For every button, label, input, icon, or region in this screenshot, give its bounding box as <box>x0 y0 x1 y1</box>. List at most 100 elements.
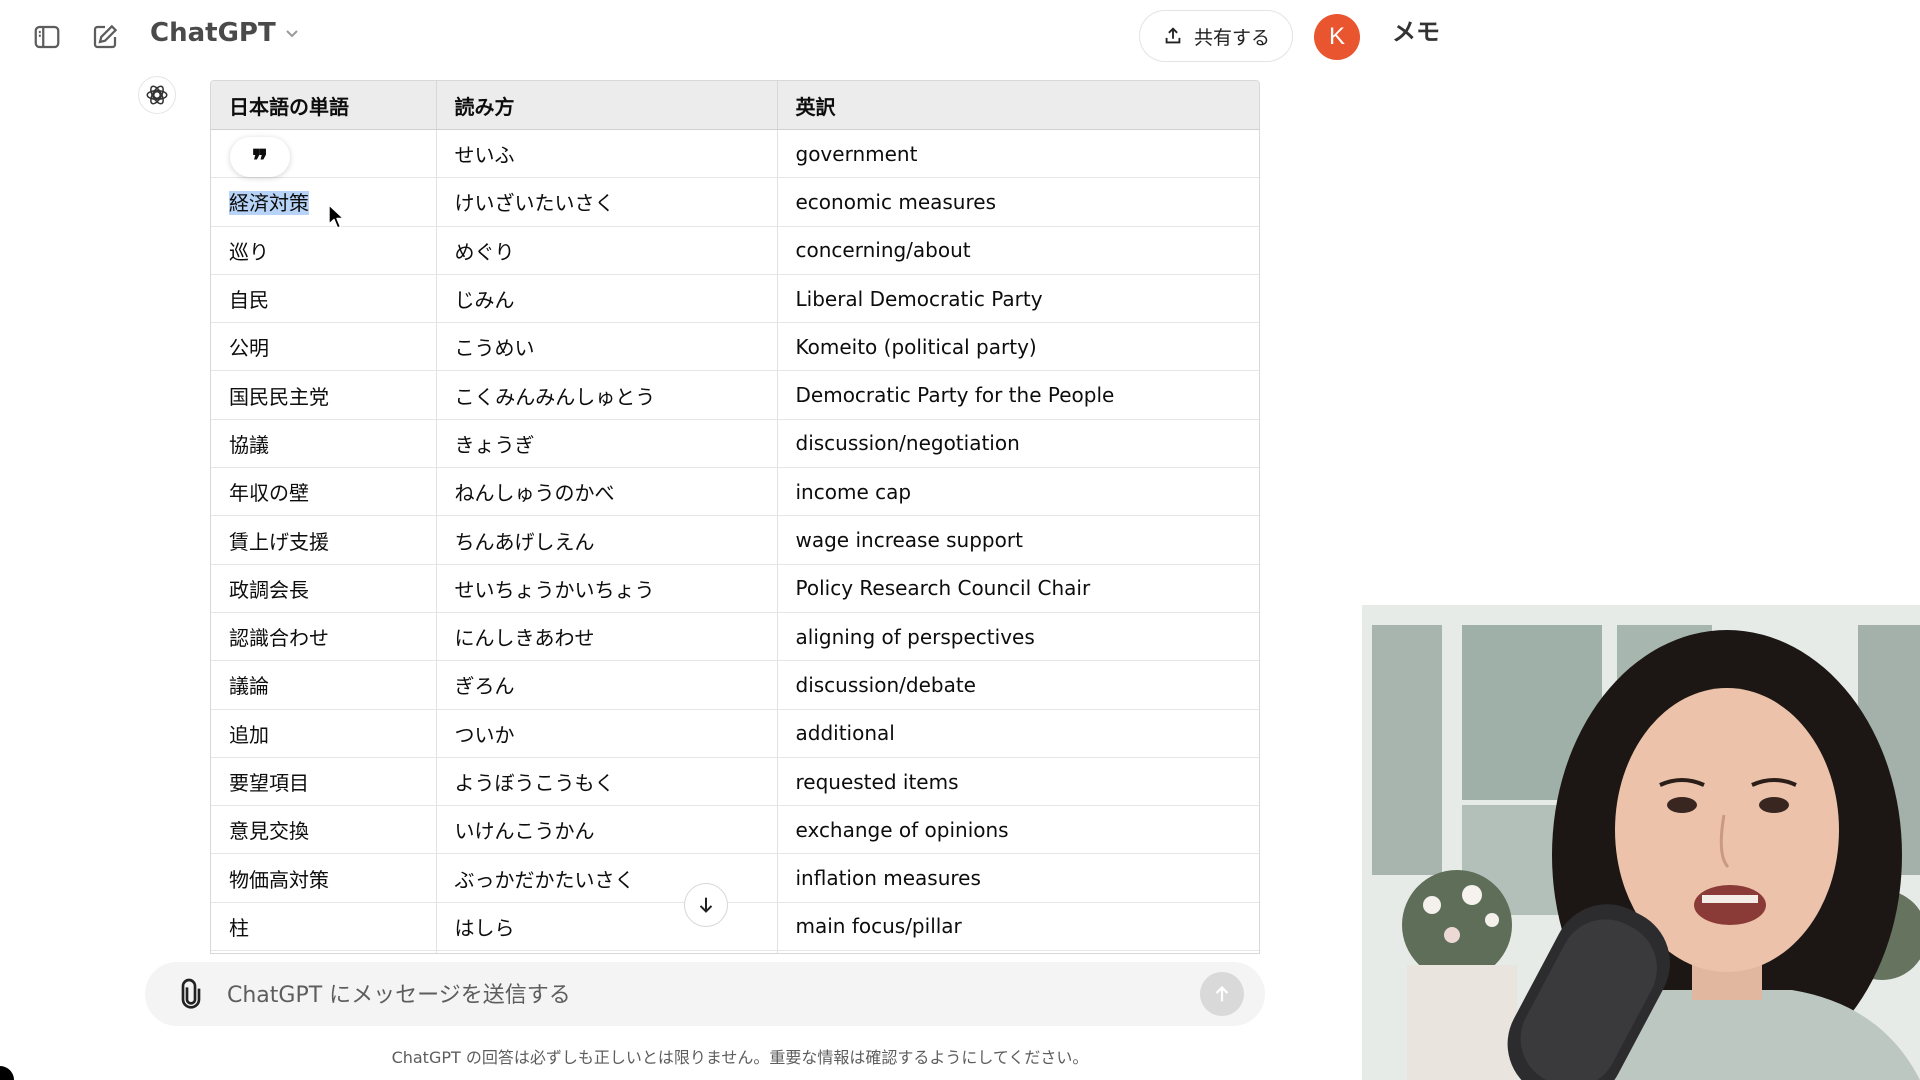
translation-cell[interactable]: inflation measures <box>777 853 1259 903</box>
arrow-up-icon <box>1215 986 1229 1002</box>
table-row: 要望項目 ようぼうこうもく requested items <box>211 757 1259 807</box>
table-row: 国民民主党 こくみんみんしゅとう Democratic Party for the … <box>211 370 1259 420</box>
reading-cell[interactable]: きょうぎ <box>436 419 778 469</box>
presenter-video <box>1362 605 1920 1080</box>
table-row: 議論 ぎろん discussion/debate <box>211 660 1259 710</box>
arrow-down-icon <box>699 897 713 913</box>
reading-cell[interactable]: ぎろん <box>436 660 778 710</box>
reading-cell[interactable]: けいざいたいさく <box>436 177 778 227</box>
table-row: 賃上げ支援 ちんあげしえん wage increase support <box>211 515 1259 565</box>
model-selector[interactable]: ChatGPT <box>150 18 300 48</box>
reading-cell[interactable]: ついか <box>436 709 778 758</box>
word-cell[interactable]: 自民 <box>211 274 437 324</box>
translation-cell[interactable]: Policy Research Council Chair <box>777 564 1259 613</box>
word-cell[interactable]: 要望項目 <box>211 757 437 807</box>
word-cell[interactable]: 協議 <box>211 419 437 469</box>
word-cell[interactable]: 議論 <box>211 660 437 710</box>
table-row: 自民 じみん Liberal Democratic Party <box>211 274 1259 324</box>
word-cell[interactable]: 年収の壁 <box>211 467 437 517</box>
webcam-video-overlay <box>1362 605 1920 1080</box>
reading-cell[interactable]: ねんしゅうのかべ <box>436 467 778 517</box>
table-row: 意見交換 いけんこうかん exchange of opinions <box>211 805 1259 855</box>
translation-cell[interactable]: Liberal Democratic Party <box>777 274 1259 324</box>
word-cell[interactable]: 経済対策 <box>211 177 437 227</box>
quote-selection-button[interactable]: ❞ <box>230 137 290 177</box>
word-cell[interactable]: 追加 <box>211 709 437 758</box>
word-cell[interactable]: 公明 <box>211 322 437 372</box>
translation-cell[interactable]: discussion/negotiation <box>777 419 1259 469</box>
table-header-row: 日本語の単語 読み方 英訳 <box>211 81 1259 130</box>
chevron-down-icon <box>285 30 298 38</box>
new-chat-icon <box>93 24 118 49</box>
sidebar-toggle-icon <box>34 25 60 49</box>
translation-cell[interactable]: Komeito (political party) <box>777 322 1259 372</box>
share-icon <box>1165 27 1181 44</box>
translation-cell[interactable]: additional <box>777 709 1259 758</box>
translation-cell[interactable]: aligning of perspectives <box>777 612 1259 662</box>
share-button[interactable]: 共有する <box>1139 10 1293 62</box>
assistant-avatar <box>138 76 176 114</box>
word-cell[interactable]: 認識合わせ <box>211 612 437 662</box>
table-row: 政調会長 せいちょうかいちょう Policy Research Council Ch… <box>211 564 1259 613</box>
column-header-word: 日本語の単語 <box>211 81 437 130</box>
reading-cell[interactable]: じみん <box>436 274 778 324</box>
table-row: 追加 ついか additional <box>211 709 1259 758</box>
table-row: 柱はしら main focus/pillar <box>211 902 1259 952</box>
translation-cell[interactable]: economic measures <box>777 177 1259 227</box>
translation-cell[interactable]: government <box>777 129 1259 179</box>
window-corner <box>0 1066 14 1080</box>
selected-text[interactable]: 経済対策 <box>229 191 309 216</box>
reading-cell[interactable]: こうめい <box>436 322 778 372</box>
reading-cell[interactable]: こくみんみんしゅとう <box>436 370 778 420</box>
quote-icon: ❞ <box>251 144 269 179</box>
table-row: 公明 こうめい Komeito (political party) <box>211 322 1259 372</box>
paperclip-icon[interactable] <box>175 978 207 1010</box>
mouse-cursor-icon <box>328 204 345 229</box>
sidebar-toggle-button[interactable] <box>25 15 69 59</box>
avatar[interactable]: K <box>1314 14 1360 60</box>
reading-cell[interactable]: ちんあげしえん <box>436 515 778 565</box>
new-chat-button[interactable] <box>83 15 127 59</box>
table-row: 協議 きょうぎ discussion/negotiation <box>211 419 1259 469</box>
table-row: 巡り めぐり concerning/about <box>211 226 1259 275</box>
translation-cell[interactable]: Democratic Party for the People <box>777 370 1259 420</box>
translation-cell[interactable]: main focus/pillar <box>777 902 1259 952</box>
column-header-reading: 読み方 <box>436 81 778 130</box>
reading-cell[interactable]: めぐり <box>436 226 778 275</box>
translation-cell[interactable]: concerning/about <box>777 226 1259 275</box>
memo-label: メモ <box>1392 18 1440 46</box>
translation-cell[interactable]: discussion/debate <box>777 660 1259 710</box>
table-row: 年収の壁 ねんしゅうのかべ income cap <box>211 467 1259 517</box>
message-composer <box>145 962 1265 1026</box>
reading-cell[interactable]: いけんこうかん <box>436 805 778 855</box>
message-input[interactable] <box>225 972 1129 1018</box>
openai-logo-icon <box>146 85 168 105</box>
model-name-label: ChatGPT <box>150 18 276 48</box>
reading-cell[interactable]: ようぼうこうもく <box>436 757 778 807</box>
table-row: 経済対策 けいざいたいさく economic measures <box>211 177 1259 227</box>
table-row: せいふ government <box>211 129 1259 179</box>
word-cell[interactable]: 物価高対策 <box>211 853 437 903</box>
scroll-to-bottom-button[interactable] <box>684 883 728 927</box>
reading-cell[interactable]: にんしきあわせ <box>436 612 778 662</box>
reading-cell[interactable]: せいふ <box>436 129 778 179</box>
translation-cell[interactable]: income cap <box>777 467 1259 517</box>
word-cell[interactable]: 巡り <box>211 226 437 275</box>
table-row <box>211 950 1259 953</box>
table-row: 認識合わせ にんしきあわせ aligning of perspectives <box>211 612 1259 662</box>
word-cell[interactable]: 国民民主党 <box>211 370 437 420</box>
send-button[interactable] <box>1200 972 1244 1016</box>
table-row: 物価高対策 ぶっかだかたいさく inflation measures <box>211 853 1259 903</box>
disclaimer-text: ChatGPT の回答は必ずしも正しいとは限りません。重要な情報は確認するように… <box>391 1048 1089 1067</box>
column-header-translation: 英訳 <box>777 81 1259 130</box>
word-cell[interactable]: 賃上げ支援 <box>211 515 437 565</box>
word-cell[interactable]: 意見交換 <box>211 805 437 855</box>
translation-cell[interactable]: wage increase support <box>777 515 1259 565</box>
word-cell[interactable]: 政調会長 <box>211 564 437 613</box>
share-label: 共有する <box>1193 26 1270 49</box>
translation-cell[interactable]: requested items <box>777 757 1259 807</box>
vocabulary-table: 日本語の単語 読み方 英訳 せいふ government 経済対策 けいざいたいさく… <box>210 80 1260 954</box>
translation-cell[interactable]: exchange of opinions <box>777 805 1259 855</box>
word-cell[interactable]: 柱 <box>211 902 437 952</box>
reading-cell[interactable]: せいちょうかいちょう <box>436 564 778 613</box>
